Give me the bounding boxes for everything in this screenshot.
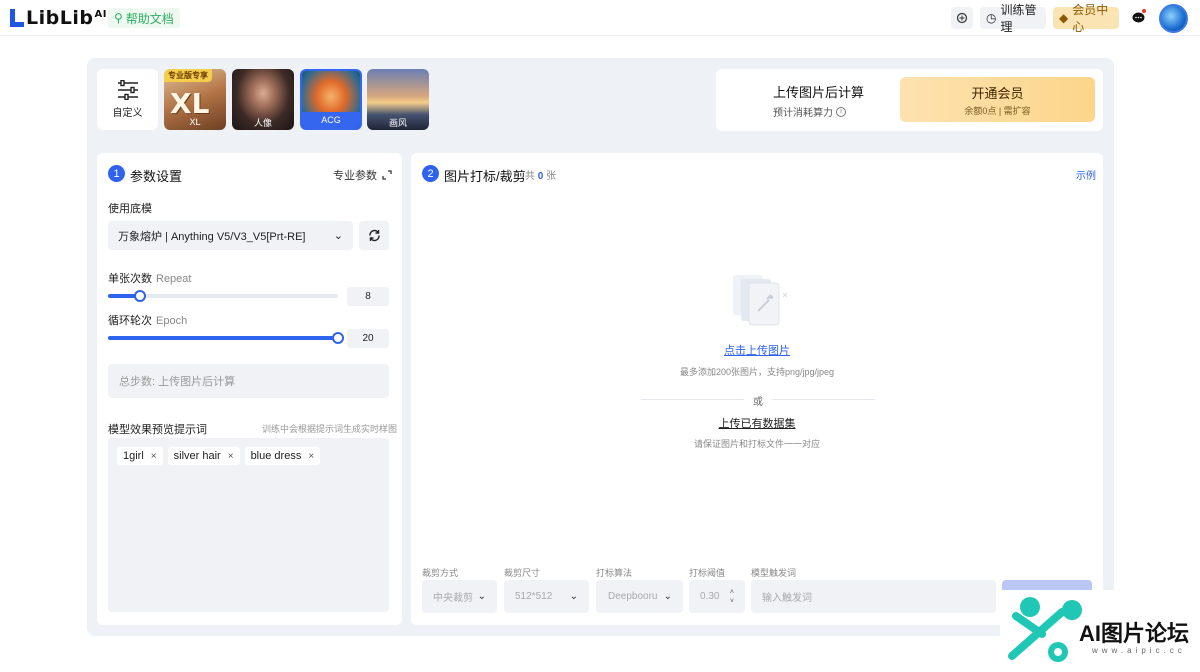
repeat-slider-knob[interactable] xyxy=(134,290,146,302)
image-count: 共 0 张 xyxy=(525,171,557,182)
help-docs-link[interactable]: ⚲ 帮助文档 xyxy=(108,8,180,28)
chevron-up-icon[interactable]: ˄ xyxy=(730,588,734,597)
expand-icon xyxy=(382,170,392,180)
step-badge: 1 xyxy=(108,165,125,182)
tag-threshold-label: 打标阈值 xyxy=(689,568,726,578)
logo-mark-icon xyxy=(10,9,24,27)
dataset-hint: 请保证图片和打标文件一一对应 xyxy=(693,439,820,449)
chevron-down-icon: ⌄ xyxy=(663,591,672,602)
close-icon[interactable]: × xyxy=(151,451,157,462)
upload-images-link[interactable]: 点击上传图片 xyxy=(411,342,1103,358)
trigger-word-input[interactable]: 输入触发词 xyxy=(751,580,996,613)
example-link[interactable]: 示例 xyxy=(1076,167,1096,182)
images-panel: 2 图片打标/裁剪 共 0 张 示例 点击上传图片 最多添加200张图片，支持p… xyxy=(411,153,1103,625)
tag-threshold-stepper[interactable]: 0.30 ˄ ˅ xyxy=(689,580,745,613)
crop-method-select[interactable]: 中央裁剪 ⌄ xyxy=(422,580,497,613)
base-model-select[interactable]: 万象熔炉 | Anything V5/V3_V5[Prt-RE] ⌄ xyxy=(108,221,353,250)
close-icon[interactable]: × xyxy=(228,451,234,462)
crop-method-label: 裁剪方式 xyxy=(422,568,459,578)
or-text: 或 xyxy=(744,393,772,408)
open-membership-button[interactable]: 开通会员 余额0点 | 需扩容 xyxy=(900,77,1095,122)
crop-size-select[interactable]: 512*512 ⌄ xyxy=(504,580,589,613)
model-tile-style[interactable]: 画风 xyxy=(367,69,429,130)
upload-images-icon[interactable] xyxy=(727,273,791,327)
training-management-button[interactable]: ◷ 训练管理 xyxy=(980,3,1046,34)
upload-hint: 最多添加200张图片，支持png/jpg/jpeg xyxy=(679,367,835,377)
cost-subtitle: 预计消耗算力 i xyxy=(773,104,846,119)
params-title: 参数设置 xyxy=(130,169,183,184)
prompt-tag: silver hair × xyxy=(167,447,240,465)
pro-params-toggle[interactable]: 专业参数 xyxy=(333,167,392,183)
epoch-slider-fill xyxy=(108,336,338,340)
wrench-icon: ⚲ xyxy=(114,11,123,25)
model-tile-acg[interactable]: ACG xyxy=(300,69,362,130)
cost-title: 上传图片后计算 xyxy=(773,85,865,100)
chevron-down-icon: ⌄ xyxy=(569,591,578,602)
liblib-logo[interactable]: LibLibAI xyxy=(10,7,107,29)
watermark-logo-icon xyxy=(1008,597,1082,662)
total-steps-display: 总步数: 上传图片后计算 xyxy=(108,364,389,398)
model-tile-portrait[interactable]: 人像 xyxy=(232,69,294,130)
logo-text: LibLibAI xyxy=(26,7,107,29)
chevron-down-icon: ⌄ xyxy=(477,591,486,602)
repeat-value-input[interactable]: 8 xyxy=(347,287,389,306)
notification-dot xyxy=(1142,9,1146,13)
chevron-down-icon[interactable]: ˅ xyxy=(730,597,734,606)
epoch-value-input[interactable]: 20 xyxy=(347,329,389,348)
pro-badge: 专业版专享 xyxy=(164,69,212,82)
model-tile-custom[interactable]: 自定义 xyxy=(97,69,158,130)
tag-algorithm-select[interactable]: Deepbooru ⌄ xyxy=(596,580,683,613)
chevron-down-icon: ⌄ xyxy=(333,230,343,242)
epoch-slider-knob[interactable] xyxy=(332,332,344,344)
cost-card: 上传图片后计算 预计消耗算力 i 开通会员 余额0点 | 需扩容 xyxy=(716,69,1103,131)
info-icon[interactable]: i xyxy=(836,106,846,117)
preview-prompt-tags[interactable]: 1girl × silver hair × blue dress × xyxy=(108,438,389,612)
diamond-icon: ◆ xyxy=(1059,11,1069,25)
training-workspace: 自定义 专业版专享 XL XL 人像 ACG 画风 上传图片后计算 预计消耗算力… xyxy=(87,58,1114,636)
chat-bubble-icon xyxy=(1132,12,1144,23)
repeat-slider[interactable] xyxy=(108,290,338,302)
repeat-label: 单张次数 Repeat xyxy=(108,273,192,285)
prompt-tag: blue dress × xyxy=(244,447,321,465)
top-bar: LibLibAI ⚲ 帮助文档 ◷ 训练管理 ◆ 会员中心 xyxy=(0,0,1200,36)
trigger-word-label: 模型触发词 xyxy=(751,568,797,578)
layers-button[interactable] xyxy=(951,7,973,29)
step-badge: 2 xyxy=(422,165,439,182)
upload-dataset-link[interactable]: 上传已有数据集 xyxy=(411,415,1103,431)
params-panel: 1 参数设置 专业参数 使用底模 万象熔炉 | Anything V5/V3_V… xyxy=(97,153,402,625)
epoch-slider[interactable] xyxy=(108,332,344,344)
tag-algorithm-label: 打标算法 xyxy=(596,568,633,578)
preview-prompt-label: 模型效果预览提示词 xyxy=(108,424,207,436)
member-center-button[interactable]: ◆ 会员中心 xyxy=(1053,3,1119,34)
preview-prompt-hint: 训练中会根据提示词生成实时样图 xyxy=(262,424,398,434)
clock-icon: ◷ xyxy=(986,11,997,25)
images-title: 图片打标/裁剪 xyxy=(444,169,526,184)
refresh-icon xyxy=(368,229,380,242)
model-type-strip: 自定义 专业版专享 XL XL 人像 ACG 画风 xyxy=(97,68,433,132)
model-tile-xl[interactable]: 专业版专享 XL XL xyxy=(164,69,226,130)
refresh-model-button[interactable] xyxy=(359,221,389,250)
user-avatar[interactable] xyxy=(1159,4,1188,33)
base-model-label: 使用底模 xyxy=(108,203,152,215)
sliders-icon xyxy=(117,80,138,100)
layers-icon xyxy=(956,12,968,24)
crop-size-label: 裁剪尺寸 xyxy=(504,568,541,578)
close-icon[interactable]: × xyxy=(308,451,314,462)
prompt-tag: 1girl × xyxy=(117,447,163,465)
watermark: AI图片论坛 www.aipic.cc xyxy=(1000,590,1200,672)
epoch-label: 循环轮次 Epoch xyxy=(108,315,188,327)
